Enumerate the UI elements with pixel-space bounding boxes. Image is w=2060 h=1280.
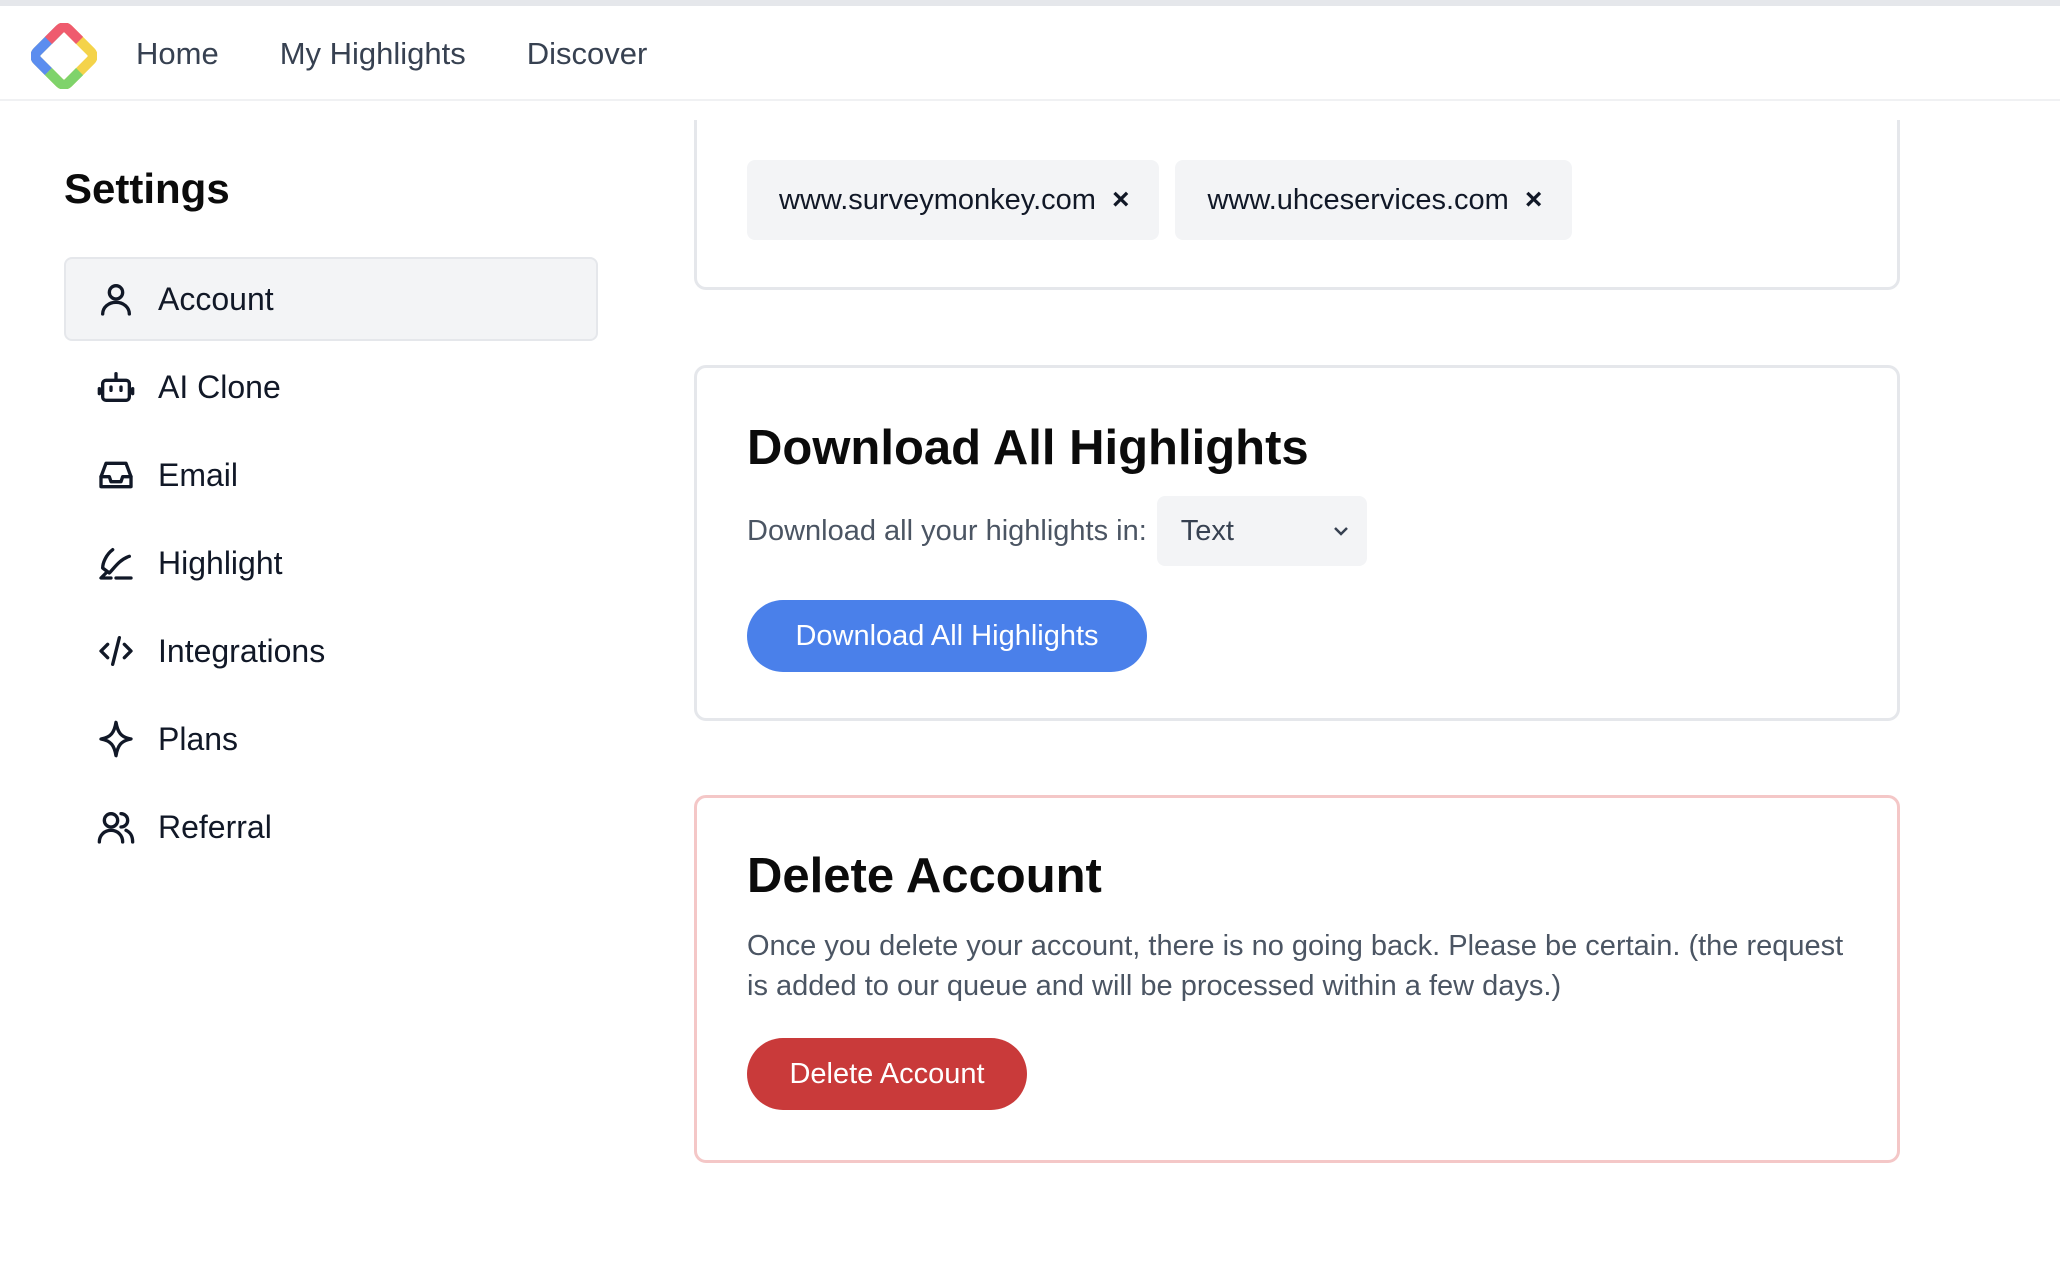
close-icon[interactable]: × <box>1525 185 1543 215</box>
highlighter-icon <box>94 541 138 585</box>
sidebar-item-account[interactable]: Account <box>64 257 598 341</box>
nav-links: Home My Highlights Discover <box>136 6 647 101</box>
sidebar-item-referral[interactable]: Referral <box>64 785 598 869</box>
robot-icon <box>94 365 138 409</box>
settings-page: Home My Highlights Discover Settings Acc… <box>0 0 2060 1280</box>
delete-account-card: Delete Account Once you delete your acco… <box>694 795 1900 1163</box>
sidebar-item-plans[interactable]: Plans <box>64 697 598 781</box>
chevron-down-icon <box>1333 527 1348 536</box>
sidebar-item-label: Account <box>158 280 274 317</box>
sidebar-item-label: Email <box>158 456 239 493</box>
site-tag-label: www.uhceservices.com <box>1207 183 1509 216</box>
sparkle-icon <box>94 717 138 761</box>
download-prompt: Download all your highlights in: <box>747 514 1147 547</box>
site-tag-list: www.surveymonkey.com × www.uhceservices.… <box>747 160 1573 240</box>
sidebar-item-label: Integrations <box>158 632 326 669</box>
top-nav: Home My Highlights Discover <box>0 6 2060 101</box>
nav-link-home[interactable]: Home <box>136 36 219 72</box>
inbox-icon <box>94 453 138 497</box>
sidebar-item-highlight[interactable]: Highlight <box>64 521 598 605</box>
site-tag-label: www.surveymonkey.com <box>779 183 1096 216</box>
sidebar-item-ai-clone[interactable]: AI Clone <box>64 345 598 429</box>
download-all-button[interactable]: Download All Highlights <box>747 600 1147 672</box>
settings-sidebar: Settings Account AI Clone Email Highligh… <box>64 165 604 873</box>
download-title: Download All Highlights <box>747 421 1309 475</box>
sidebar-item-label: Referral <box>158 808 272 845</box>
sidebar-item-label: Plans <box>158 720 239 757</box>
sidebar-item-integrations[interactable]: Integrations <box>64 609 598 693</box>
users-icon <box>94 805 138 849</box>
delete-account-button[interactable]: Delete Account <box>747 1038 1027 1110</box>
download-format-row: Download all your highlights in: Text <box>747 496 1367 566</box>
code-icon <box>94 629 138 673</box>
delete-description: Once you delete your account, there is n… <box>747 930 1844 1002</box>
nav-link-discover[interactable]: Discover <box>527 36 648 72</box>
user-icon <box>94 277 138 321</box>
format-select-value: Text <box>1180 514 1234 547</box>
blocked-sites-card: www.surveymonkey.com × www.uhceservices.… <box>694 120 1900 290</box>
sidebar-item-label: AI Clone <box>158 368 281 405</box>
format-select[interactable]: Text <box>1156 496 1367 566</box>
settings-title: Settings <box>64 165 230 212</box>
site-tag: www.surveymonkey.com × <box>747 160 1160 240</box>
download-highlights-card: Download All Highlights Download all you… <box>694 365 1900 721</box>
site-tag: www.uhceservices.com × <box>1175 160 1573 240</box>
sidebar-item-email[interactable]: Email <box>64 433 598 517</box>
colorful-diamond-logo-icon[interactable] <box>31 23 97 89</box>
close-icon[interactable]: × <box>1112 185 1130 215</box>
nav-link-my-highlights[interactable]: My Highlights <box>280 36 466 72</box>
delete-title: Delete Account <box>747 849 1102 903</box>
sidebar-item-label: Highlight <box>158 544 283 581</box>
